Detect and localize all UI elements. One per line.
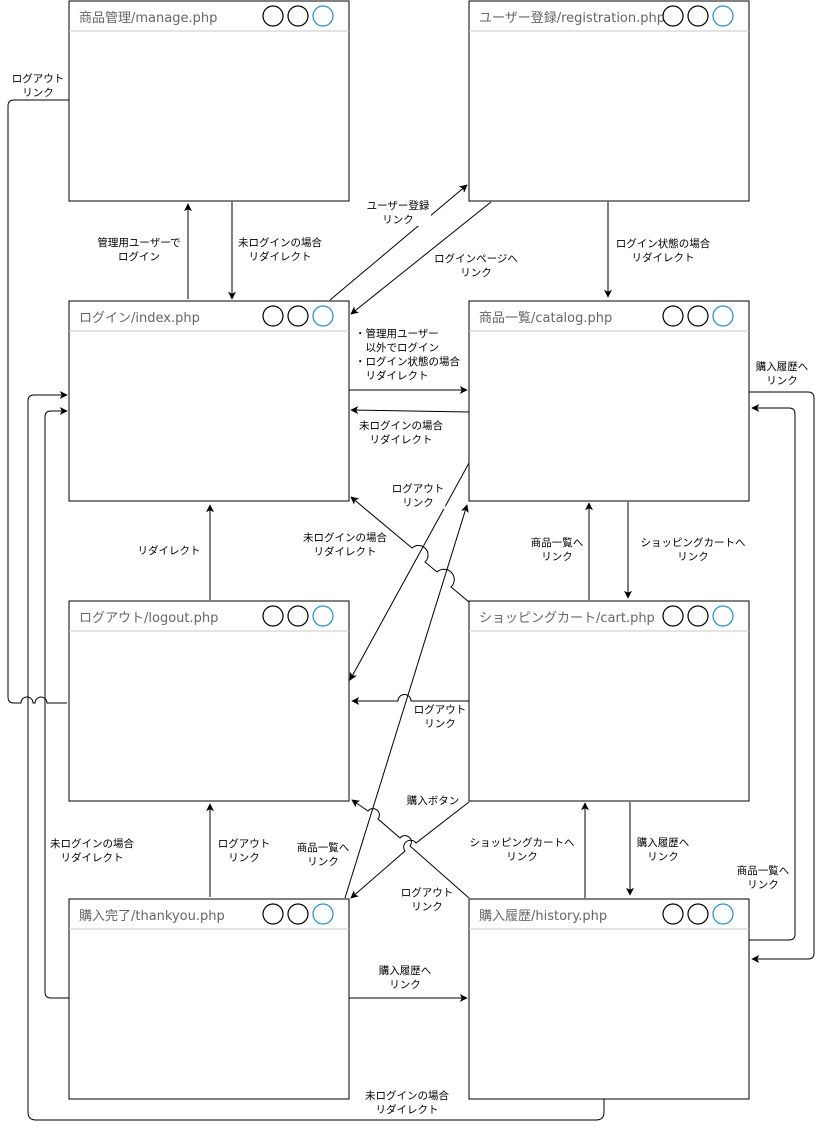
window-circle-1	[262, 605, 284, 627]
window-circle-2	[687, 903, 709, 925]
window-circle-3	[712, 305, 734, 327]
window-circle-2	[287, 605, 309, 627]
window-circle-1	[662, 305, 684, 327]
window-circle-3	[312, 605, 334, 627]
page-window-registration: ユーザー登録/registration.php	[468, 0, 750, 202]
edge-cart-logout	[351, 694, 469, 705]
page-window-catalog: 商品一覧/catalog.php	[468, 300, 750, 502]
window-circle-2	[687, 5, 709, 27]
page-window-manage: 商品管理/manage.php	[68, 0, 350, 202]
window-circle-1	[662, 5, 684, 27]
window-circle-1	[662, 903, 684, 925]
window-circle-1	[262, 903, 284, 925]
page-title-manage: 商品管理/manage.php	[79, 11, 217, 26]
page-window-thankyou: 購入完了/thankyou.php	[68, 898, 350, 1100]
window-circle-2	[287, 305, 309, 327]
window-circle-3	[312, 903, 334, 925]
page-title-catalog: 商品一覧/catalog.php	[479, 310, 612, 326]
edge-history-catalog	[749, 404, 796, 941]
page-window-login: ログイン/index.php	[68, 300, 350, 502]
edge-catalog-login	[350, 406, 470, 415]
window-circle-1	[262, 305, 284, 327]
window-circle-1	[262, 5, 284, 27]
page-title-history: 購入履歴/history.php	[479, 909, 607, 924]
window-circle-3	[712, 605, 734, 627]
window-circle-3	[712, 5, 734, 27]
window-circle-2	[287, 5, 309, 27]
page-title-cart: ショッピングカート/cart.php	[479, 611, 655, 626]
window-circle-3	[312, 5, 334, 27]
edge-thankyou-login	[44, 407, 69, 999]
window-circle-3	[312, 305, 334, 327]
page-window-cart: ショッピングカート/cart.php	[468, 600, 750, 802]
window-circle-2	[287, 903, 309, 925]
page-title-login: ログイン/index.php	[79, 311, 200, 326]
window-circle-1	[662, 605, 684, 627]
site-flow-diagram: 商品管理/manage.php ユーザー登録/registration.php ログ…	[7, 0, 815, 1121]
window-circle-3	[712, 903, 734, 925]
page-title-registration: ユーザー登録/registration.php	[479, 11, 665, 26]
page-title-thankyou: 購入完了/thankyou.php	[79, 909, 225, 924]
label-logout-redirect: リダイレクト	[138, 544, 201, 557]
page-window-logout: ログアウト/logout.php	[68, 600, 350, 802]
edge-history-logout	[351, 799, 470, 899]
page-window-history: 購入履歴/history.php	[468, 898, 750, 1100]
label-purchase-button: 購入ボタン	[407, 794, 460, 807]
edge-manage-logout	[7, 99, 69, 704]
edge-cart-thankyou	[350, 801, 470, 899]
window-circle-2	[687, 605, 709, 627]
page-title-logout: ログアウト/logout.php	[79, 611, 218, 626]
window-circle-2	[687, 305, 709, 327]
